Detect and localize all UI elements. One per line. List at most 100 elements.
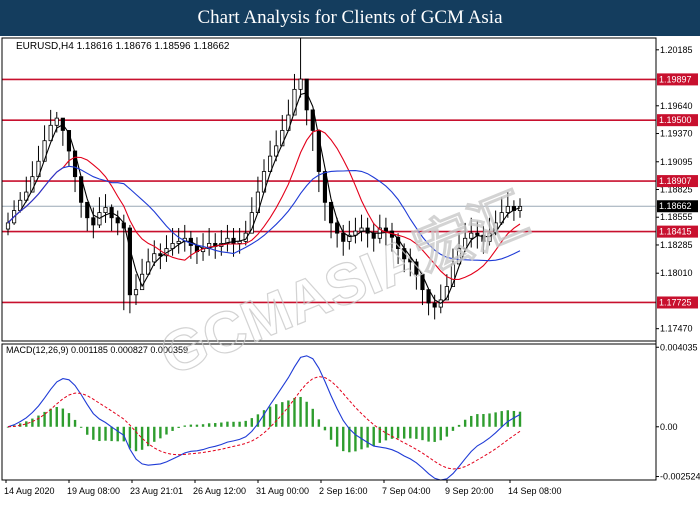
- macd-histogram-bar: [165, 426, 168, 435]
- x-tick-label: 7 Sep 04:00: [382, 486, 431, 496]
- macd-histogram-bar: [396, 426, 400, 439]
- macd-histogram-bar: [506, 410, 510, 427]
- macd-histogram-bar: [207, 423, 211, 427]
- candle-up: [176, 240, 181, 244]
- x-tick-label: 19 Aug 08:00: [67, 486, 120, 496]
- current-price-label: 1.18662: [659, 201, 692, 211]
- macd-histogram-bar: [342, 426, 345, 452]
- macd-histogram-bar: [323, 426, 327, 431]
- macd-histogram-bar: [457, 424, 461, 427]
- macd-histogram-bar: [31, 418, 34, 427]
- macd-histogram-bar: [86, 426, 89, 435]
- candle-up: [54, 117, 59, 126]
- y-tick-label: 1.19095: [660, 157, 693, 167]
- candle-down: [383, 227, 388, 232]
- chart-svg: 1.201851.196401.193701.190951.188251.185…: [1, 37, 700, 496]
- macd-histogram-bar: [488, 413, 491, 427]
- macd-histogram-bar: [79, 426, 83, 428]
- y-tick-label: 1.17470: [660, 324, 693, 334]
- y-tick-label: 1.19370: [660, 129, 693, 139]
- macd-histogram-bar: [189, 424, 193, 427]
- macd-y-tick-label: 0.004035: [660, 342, 698, 352]
- x-tick-label: 23 Aug 21:01: [130, 486, 183, 496]
- macd-histogram-bar: [214, 423, 217, 427]
- candle-up: [103, 207, 108, 214]
- macd-histogram-bar: [49, 408, 52, 427]
- symbol-label: EURUSD,H4 1.18616 1.18676 1.18596 1.1866…: [16, 41, 230, 52]
- watermark: GCMASIA宏汇: [151, 182, 537, 388]
- macd-histogram-bar: [518, 411, 522, 427]
- macd-histogram-bar: [409, 426, 412, 439]
- macd-histogram-bar: [402, 426, 406, 439]
- page-title: Chart Analysis for Clients of GCM Asia: [0, 0, 700, 36]
- macd-histogram-bar: [268, 406, 272, 427]
- candle-down: [341, 232, 346, 242]
- macd-histogram-bar: [482, 414, 485, 427]
- macd-histogram-bar: [439, 426, 442, 441]
- x-tick-label: 14 Sep 08:00: [508, 486, 562, 496]
- candle-down: [231, 237, 236, 244]
- candle-down: [158, 253, 163, 257]
- y-tick-label: 1.19640: [660, 101, 693, 111]
- macd-frame: [1, 343, 657, 481]
- macd-histogram-bar: [92, 426, 95, 440]
- x-tick-label: 14 Aug 2020: [4, 486, 55, 496]
- macd-histogram-bar: [470, 415, 473, 427]
- candle-up: [133, 289, 139, 296]
- candle-down: [127, 227, 132, 296]
- level-label: 1.18415: [659, 227, 692, 237]
- candle-up: [298, 78, 303, 90]
- macd-histogram-bar: [250, 418, 254, 427]
- macd-histogram-bar: [451, 426, 455, 431]
- y-tick-label: 1.18010: [660, 268, 693, 278]
- macd-y-tick-label: 0.00: [660, 422, 678, 432]
- y-tick-label: 1.20185: [660, 45, 693, 55]
- macd-histogram-bar: [494, 412, 497, 427]
- candle-up: [152, 253, 157, 263]
- macd-histogram-bar: [128, 426, 132, 449]
- macd-histogram-bar: [335, 426, 339, 447]
- candle-down: [328, 201, 334, 224]
- macd-histogram-bar: [104, 426, 107, 441]
- macd-histogram-bar: [317, 419, 321, 427]
- x-tick-label: 26 Aug 12:00: [193, 486, 246, 496]
- macd-histogram-bar: [421, 426, 424, 441]
- macd-histogram-bar: [201, 424, 205, 427]
- chart-area: 1.20185 1.19640 1.19370 1.19095 1.18825 1.185…: [0, 36, 700, 500]
- macd-histogram-bar: [354, 426, 357, 452]
- candle-up: [5, 222, 11, 230]
- level-label: 1.17725: [659, 297, 692, 307]
- macd-histogram-bar: [226, 421, 229, 427]
- macd-panel: 0.004035 0.00 -0.002524: [6, 342, 700, 482]
- macd-histogram-bar: [110, 426, 113, 442]
- macd-y-tick-label: -0.002524: [660, 472, 700, 482]
- macd-histogram-bar: [220, 422, 223, 427]
- macd-histogram-bar: [116, 426, 119, 442]
- macd-histogram-bar: [238, 421, 241, 427]
- macd-histogram-bar: [427, 426, 430, 442]
- macd-histogram-bar: [299, 396, 302, 427]
- macd-histogram-bar: [463, 419, 467, 427]
- macd-histogram-bar: [500, 411, 503, 427]
- macd-histogram-bar: [348, 426, 351, 453]
- x-tick-label: 2 Sep 16:00: [319, 486, 368, 496]
- macd-histogram-bar: [183, 425, 186, 427]
- level-label: 1.18907: [659, 176, 692, 186]
- macd-histogram-bar: [67, 413, 71, 427]
- macd-histogram-bar: [140, 426, 144, 450]
- macd-histogram-bar: [287, 400, 290, 427]
- macd-histogram-bar: [445, 426, 449, 437]
- candle-down: [91, 217, 96, 226]
- macd-histogram-bar: [311, 408, 314, 427]
- macd-histogram-bar: [476, 414, 479, 427]
- candle-down: [115, 217, 120, 224]
- macd-histogram-bar: [171, 426, 174, 431]
- macd-histogram-bar: [73, 419, 77, 427]
- macd-histogram-bar: [232, 421, 235, 427]
- macd-histogram-bar: [98, 426, 101, 442]
- macd-histogram-bar: [384, 426, 388, 441]
- x-axis: 14 Aug 2020 19 Aug 08:00 23 Aug 21:01 26 Au…: [4, 480, 562, 496]
- level-label: 1.19897: [659, 74, 692, 84]
- candle-down: [335, 222, 340, 234]
- macd-histogram-bar: [415, 426, 418, 439]
